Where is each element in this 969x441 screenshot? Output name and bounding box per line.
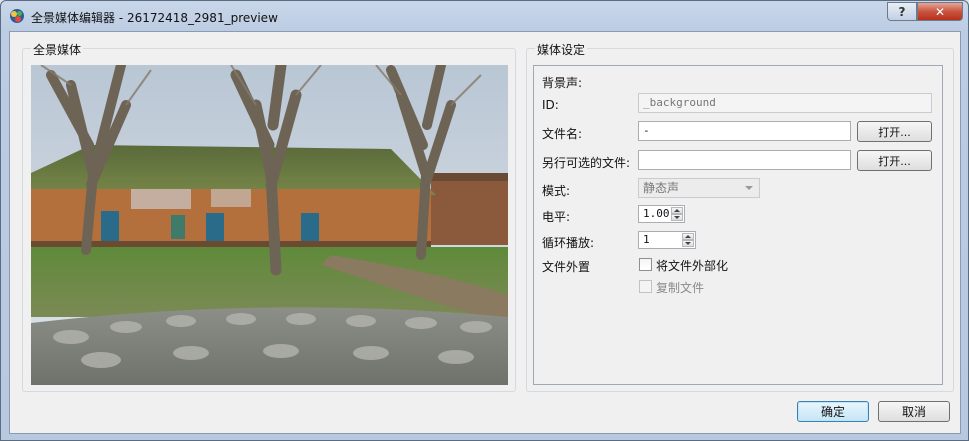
- media-settings-label: 媒体设定: [535, 41, 588, 58]
- panorama-media-label: 全景媒体: [31, 41, 84, 58]
- panorama-preview-image[interactable]: [31, 65, 508, 385]
- loop-label: 循环播放:: [542, 236, 595, 250]
- background-sound-heading: 背景声:: [542, 76, 583, 90]
- title-bar[interactable]: 全景媒体编辑器 - 26172418_2981_preview ? ✕: [1, 1, 968, 31]
- window-title: 全景媒体编辑器 - 26172418_2981_preview: [31, 11, 278, 25]
- cancel-button[interactable]: 取消: [878, 401, 950, 422]
- id-label: ID:: [542, 98, 559, 112]
- copy-file-checkbox-label: 复制文件: [656, 281, 705, 295]
- external-file-label: 文件外置: [542, 260, 591, 274]
- mode-select[interactable]: 静态声: [638, 178, 760, 198]
- filename-label: 文件名:: [542, 127, 583, 141]
- alt-file-label: 另行可选的文件:: [542, 156, 631, 170]
- level-label: 电平:: [542, 210, 571, 224]
- mode-select-value: 静态声: [643, 181, 680, 195]
- copy-file-checkbox: [639, 280, 652, 293]
- loop-value: 1: [643, 233, 650, 246]
- externalize-checkbox[interactable]: [639, 258, 652, 271]
- chevron-down-icon: [745, 186, 753, 190]
- spin-up-icon[interactable]: [671, 207, 683, 214]
- dialog-window: 全景媒体编辑器 - 26172418_2981_preview ? ✕ 全景媒体: [0, 0, 969, 441]
- level-spin-buttons[interactable]: [671, 207, 683, 221]
- externalize-checkbox-label[interactable]: 将文件外部化: [656, 257, 728, 274]
- close-button[interactable]: ✕: [917, 2, 963, 21]
- filename-field[interactable]: -: [638, 121, 851, 141]
- settings-panel: 背景声: ID: _background 文件名: - 打开... 另行可选的文…: [533, 65, 943, 385]
- level-spinbox[interactable]: 1.00: [638, 205, 685, 223]
- app-logo-icon: [10, 9, 24, 23]
- spin-down-icon[interactable]: [682, 240, 694, 247]
- help-button[interactable]: ?: [887, 2, 917, 21]
- browse-file-button[interactable]: 打开...: [857, 121, 932, 142]
- id-field: _background: [638, 93, 932, 113]
- alt-file-field[interactable]: [638, 150, 851, 170]
- loop-spin-buttons[interactable]: [682, 233, 694, 247]
- preview-scene: [31, 65, 508, 385]
- media-settings-group: 媒体设定 背景声: ID: _background 文件名: - 打开... 另…: [526, 41, 954, 392]
- loop-spinbox[interactable]: 1: [638, 231, 696, 249]
- browse-alt-file-button[interactable]: 打开...: [857, 150, 932, 171]
- spin-up-icon[interactable]: [682, 233, 694, 240]
- level-value: 1.00: [643, 207, 670, 220]
- ok-button[interactable]: 确定: [797, 401, 869, 422]
- panorama-media-group: 全景媒体: [22, 41, 516, 392]
- dialog-body: 全景媒体 媒体设定 背景声: ID: _background 文件名: - 打开…: [9, 31, 961, 434]
- spin-down-icon[interactable]: [671, 214, 683, 221]
- mode-label: 模式:: [542, 184, 571, 198]
